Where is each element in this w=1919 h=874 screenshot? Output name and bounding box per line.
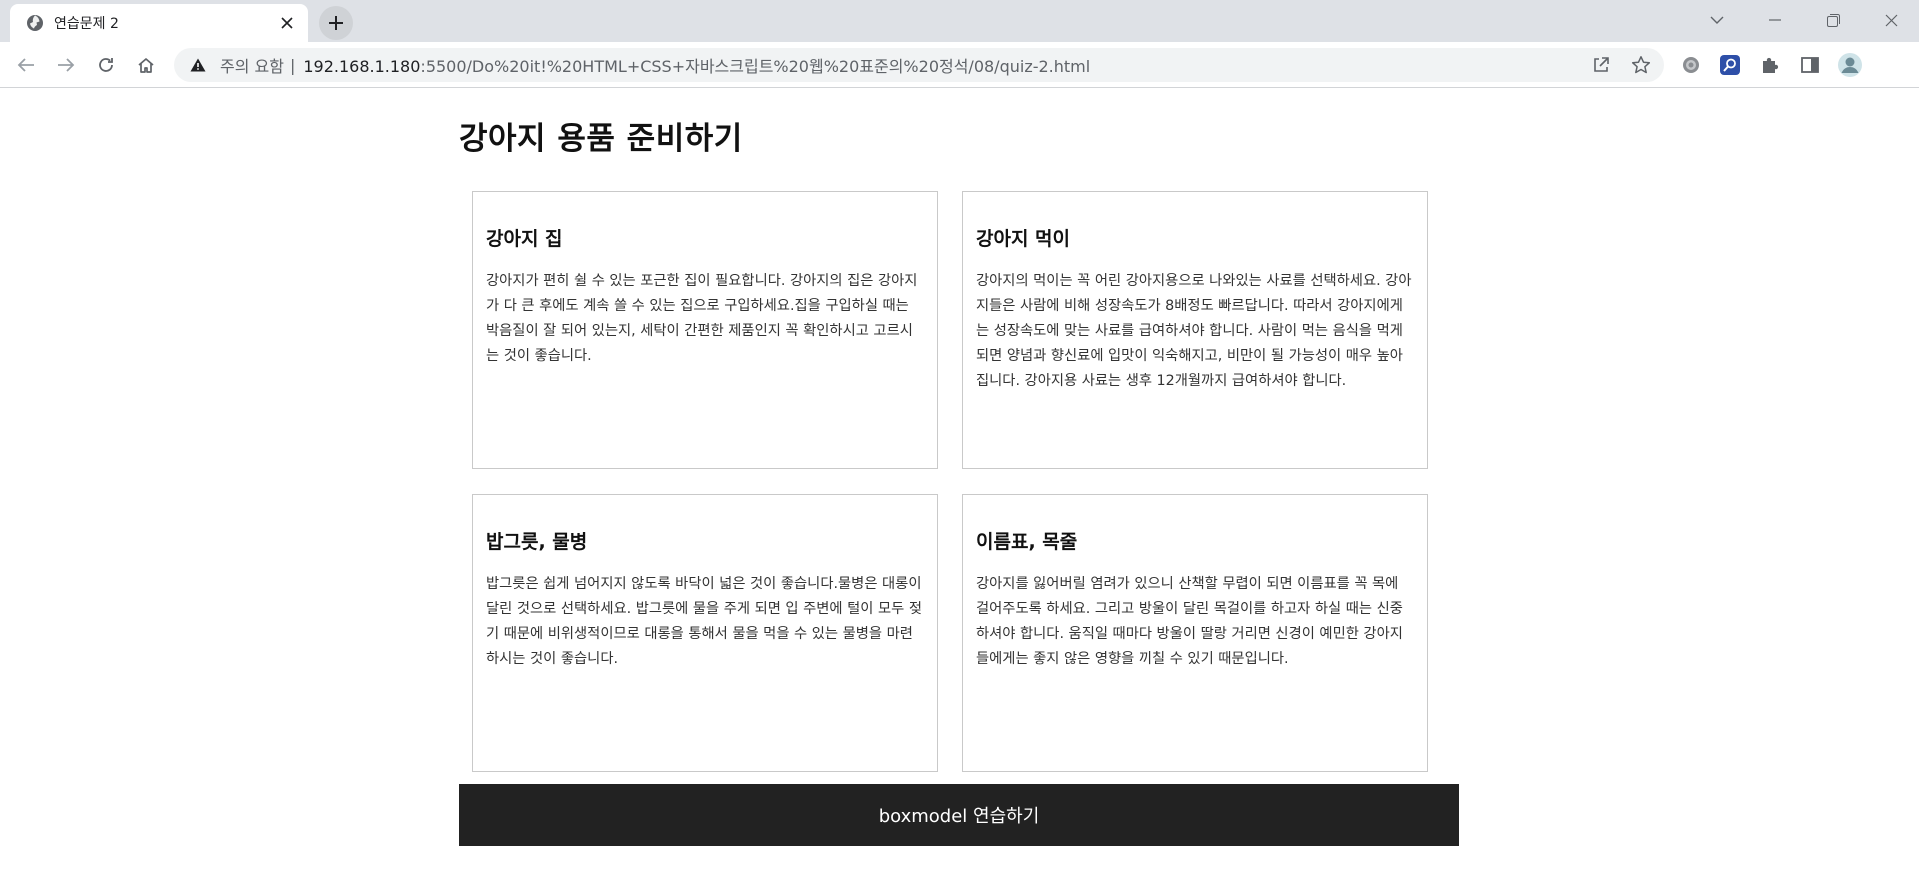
url-path: :5500/Do%20it!%20HTML+CSS+자바스크립트%20웹%20표…: [420, 57, 1091, 76]
card-bowl-bottle: 밥그릇, 물병 밥그릇은 쉽게 넘어지지 않도록 바닥이 넓은 것이 좋습니다.…: [472, 494, 938, 772]
card-title: 강아지 먹이: [976, 228, 1071, 250]
minimize-button[interactable]: [1747, 0, 1803, 40]
close-icon: [1885, 14, 1897, 26]
close-window-button[interactable]: [1863, 0, 1919, 40]
share-icon[interactable]: [1586, 50, 1616, 80]
card-text: 밥그릇은 쉽게 넘어지지 않도록 바닥이 넓은 것이 좋습니다.물병은 대롱이 …: [486, 576, 922, 667]
forward-button[interactable]: [50, 49, 82, 81]
home-button[interactable]: [130, 49, 162, 81]
arrow-left-icon: [17, 58, 34, 72]
restore-button[interactable]: [1805, 0, 1861, 40]
card-dog-food: 강아지 먹이 강아지의 먹이는 꼭 어린 강아지용으로 나와있는 사료를 선택하…: [962, 191, 1428, 469]
page-title: 강아지 용품 준비하기: [459, 121, 743, 157]
card-dog-house: 강아지 집 강아지가 편히 쉴 수 있는 포근한 집이 필요합니다. 강아지의 …: [472, 191, 938, 469]
card-text: 강아지를 잃어버릴 염려가 있으니 산책할 무렵이 되면 이름표를 꼭 목에 걸…: [976, 576, 1403, 667]
card-title: 강아지 집: [486, 228, 563, 250]
footer-text: boxmodel 연습하기: [878, 806, 1040, 827]
home-icon: [138, 58, 154, 73]
close-tab-icon[interactable]: [276, 12, 298, 34]
restore-icon: [1826, 13, 1840, 27]
browser-tabstrip: 연습문제 2: [0, 0, 1919, 42]
settings-gear-icon[interactable]: [1677, 51, 1705, 79]
profile-avatar-icon[interactable]: [1836, 51, 1864, 79]
card-title: 밥그릇, 물병: [486, 531, 588, 553]
search-extension-icon[interactable]: [1716, 51, 1744, 79]
chevron-down-icon: [1710, 16, 1724, 24]
warning-icon[interactable]: [188, 55, 208, 75]
card-nametag-leash: 이름표, 목줄 강아지를 잃어버릴 염려가 있으니 산책할 무렵이 되면 이름표…: [962, 494, 1428, 772]
arrow-right-icon: [58, 58, 75, 72]
new-tab-button[interactable]: [319, 6, 353, 40]
url-host: 192.168.1.180: [303, 57, 421, 76]
card-text: 강아지가 편히 쉴 수 있는 포근한 집이 필요합니다. 강아지의 집은 강아지…: [486, 273, 918, 364]
side-panel-icon[interactable]: [1796, 51, 1824, 79]
omnibox-separator: |: [289, 55, 296, 75]
web-page: 강아지 용품 준비하기 강아지 집 강아지가 편히 쉴 수 있는 포근한 집이 …: [0, 89, 1919, 874]
url-text[interactable]: 192.168.1.180:5500/Do%20it!%20HTML+CSS+자…: [303, 53, 1090, 77]
browser-tab-active[interactable]: 연습문제 2: [10, 4, 308, 42]
card-title: 이름표, 목줄: [976, 531, 1078, 553]
address-bar[interactable]: 주의 요함 | 192.168.1.180:5500/Do%20it!%20HT…: [174, 48, 1664, 82]
puzzle-icon[interactable]: [1756, 51, 1784, 79]
card-text: 강아지의 먹이는 꼭 어린 강아지용으로 나와있는 사료를 선택하세요. 강아지…: [976, 273, 1412, 389]
browser-toolbar: 주의 요함 | 192.168.1.180:5500/Do%20it!%20HT…: [0, 42, 1919, 88]
back-button[interactable]: [10, 49, 42, 81]
security-status[interactable]: 주의 요함: [220, 53, 284, 77]
tab-title: 연습문제 2: [54, 16, 119, 32]
tab-search-button[interactable]: [1689, 0, 1745, 40]
reload-icon: [99, 58, 113, 72]
globe-icon: [24, 12, 46, 34]
page-footer: boxmodel 연습하기: [459, 784, 1459, 846]
plus-icon: [329, 16, 343, 30]
reload-button[interactable]: [90, 49, 122, 81]
minimize-icon: [1769, 19, 1781, 21]
bookmark-star-icon[interactable]: [1626, 50, 1656, 80]
